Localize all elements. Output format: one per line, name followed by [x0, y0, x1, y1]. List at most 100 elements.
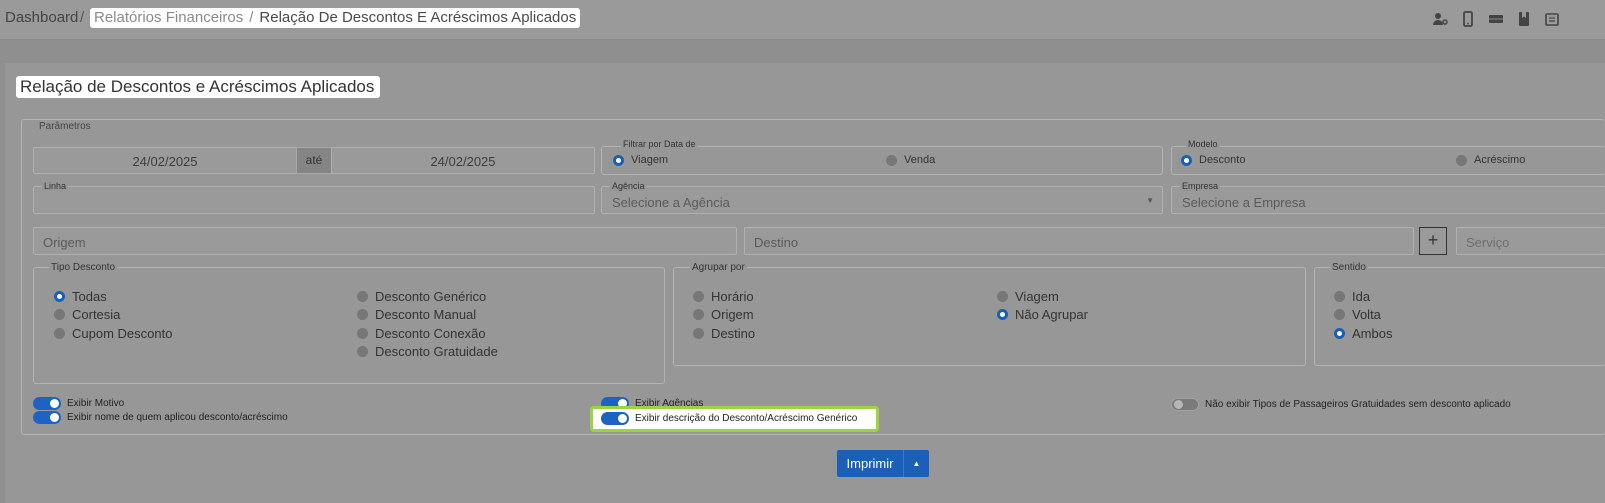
agencia-select[interactable]: Selecione a Agência ▼ [601, 186, 1163, 214]
agrupar-por-label: Agrupar por [690, 262, 747, 273]
radio-label: Desconto Conexão [375, 326, 486, 341]
radio-label: Destino [711, 326, 756, 341]
breadcrumb-section[interactable]: Relatórios Financeiros [94, 9, 243, 26]
radio-label: Desconto Manual [375, 307, 477, 322]
breadcrumb: Relatórios Financeiros / Relação De Descon… [90, 8, 581, 28]
tipo-desconto-label: Tipo Desconto [49, 262, 118, 273]
filtrar-data-group [601, 146, 1163, 175]
radio-tipo-todas[interactable]: Todas [54, 289, 107, 304]
breadcrumb-home[interactable]: Dashboard [5, 9, 78, 26]
radio-selected-icon [54, 291, 65, 302]
radio-label: Ida [1352, 289, 1371, 304]
toggle-label: Exibir nome de quem aplicou desconto/acr… [67, 412, 288, 423]
radio-selected-icon [613, 154, 624, 166]
toggle-switch-on [33, 397, 61, 410]
parametros-legend: Parâmetros [36, 121, 94, 132]
radio-empty-icon [693, 309, 704, 320]
radio-label: Cupom Desconto [72, 326, 173, 341]
toggle-label: Não exibir Tipos de Passageiros Gratuida… [1205, 399, 1511, 410]
radio-label: Horário [711, 289, 754, 304]
radio-label: Volta [1352, 307, 1381, 322]
radio-tipo-manual[interactable]: Desconto Manual [357, 307, 476, 322]
agencia-label: Agência [610, 181, 647, 191]
radio-tipo-conexao[interactable]: Desconto Conexão [357, 326, 486, 341]
destino-placeholder: Destino [754, 235, 799, 250]
radio-empty-icon [886, 154, 897, 166]
chevron-down-icon: ▼ [1146, 196, 1154, 205]
radio-agrupar-destino[interactable]: Destino [693, 326, 755, 341]
breadcrumb-separator: / [249, 9, 254, 26]
destino-input[interactable]: Destino [744, 227, 1414, 255]
radio-modelo-acrescimo[interactable]: Acréscimo [1456, 154, 1525, 166]
linha-label: Linha [42, 181, 69, 191]
radio-filtrar-venda[interactable]: Venda [886, 154, 935, 166]
bookmark-icon[interactable] [1516, 11, 1532, 27]
radio-tipo-cortesia[interactable]: Cortesia [54, 307, 120, 322]
mobile-icon[interactable] [1460, 11, 1476, 27]
radio-label: Todas [72, 289, 107, 304]
print-button-label: Imprimir [846, 456, 894, 471]
user-key-icon[interactable] [1432, 11, 1448, 27]
empresa-placeholder: Selecione a Empresa [1182, 195, 1306, 210]
radio-tipo-generico[interactable]: Desconto Genérico [357, 289, 486, 304]
radio-label: Desconto Gratuidade [375, 344, 498, 359]
toggle-exibir-descricao[interactable]: Exibir descrição do Desconto/Acréscimo G… [601, 412, 857, 425]
breadcrumb-current: Relação De Descontos E Acréscimos Aplica… [259, 9, 577, 26]
radio-agrupar-origem[interactable]: Origem [693, 307, 754, 322]
toggle-switch-on [33, 411, 61, 424]
origem-placeholder: Origem [43, 235, 86, 250]
add-button[interactable]: + [1419, 227, 1447, 255]
servico-input[interactable]: Serviço [1456, 227, 1605, 255]
radio-selected-icon [1334, 328, 1345, 339]
radio-modelo-desconto[interactable]: Desconto [1181, 154, 1245, 166]
radio-label: Origem [711, 307, 754, 322]
radio-label: Acréscimo [1474, 154, 1526, 166]
toggle-exibir-nome[interactable]: Exibir nome de quem aplicou desconto/acr… [33, 411, 288, 424]
date-range-separator: até [296, 147, 332, 174]
radio-empty-icon [357, 328, 368, 339]
radio-agrupar-nao-agrupar[interactable]: Não Agrupar [997, 307, 1088, 322]
radio-empty-icon [357, 291, 368, 302]
date-to-value: 24/02/2025 [430, 154, 496, 169]
empresa-label: Empresa [1180, 181, 1221, 191]
radio-empty-icon [1334, 291, 1345, 302]
caret-up-icon[interactable]: ▲ [903, 450, 929, 477]
filtrar-data-label: Filtrar por Data de [621, 139, 698, 149]
agrupar-por-group [673, 267, 1306, 366]
top-bar: Dashboard / Relatórios Financeiros / Relaç… [0, 0, 1605, 40]
radio-empty-icon [1334, 309, 1345, 320]
print-button[interactable]: Imprimir ▲ [837, 450, 929, 477]
radio-label: Desconto [1199, 154, 1246, 166]
radio-tipo-gratuidade[interactable]: Desconto Gratuidade [357, 344, 498, 359]
radio-empty-icon [693, 291, 704, 302]
radio-empty-icon [997, 291, 1008, 302]
radio-filtrar-viagem[interactable]: Viagem [613, 154, 668, 166]
radio-sentido-ambos[interactable]: Ambos [1334, 326, 1392, 341]
toggle-nao-exibir-tipos[interactable]: Não exibir Tipos de Passageiros Gratuida… [1171, 398, 1511, 411]
radio-agrupar-viagem[interactable]: Viagem [997, 289, 1059, 304]
servico-placeholder: Serviço [1466, 235, 1510, 250]
toggle-label: Exibir Motivo [67, 398, 125, 409]
empresa-select[interactable]: Selecione a Empresa [1171, 186, 1605, 214]
page-title: Relação de Descontos e Acréscimos Aplica… [16, 76, 381, 98]
origem-input[interactable]: Origem [33, 227, 737, 255]
agencia-placeholder: Selecione a Agência [612, 195, 730, 210]
radio-selected-icon [997, 309, 1008, 320]
toggle-label: Exibir descrição do Desconto/Acréscimo G… [635, 413, 858, 424]
radio-sentido-ida[interactable]: Ida [1334, 289, 1370, 304]
radio-label: Não Agrupar [1015, 307, 1088, 322]
date-to-input[interactable]: 24/02/2025 [331, 147, 595, 174]
document-icon[interactable] [1544, 11, 1560, 27]
radio-empty-icon [54, 328, 65, 339]
radio-empty-icon [693, 328, 704, 339]
radio-label: Desconto Genérico [375, 289, 487, 304]
radio-tipo-cupom[interactable]: Cupom Desconto [54, 326, 172, 341]
ticket-icon[interactable] [1488, 11, 1504, 27]
radio-sentido-volta[interactable]: Volta [1334, 307, 1381, 322]
linha-field[interactable] [33, 186, 595, 214]
toggle-exibir-motivo[interactable]: Exibir Motivo [33, 397, 124, 410]
toggle-switch-on [601, 412, 629, 425]
radio-label: Viagem [1015, 289, 1059, 304]
radio-agrupar-horario[interactable]: Horário [693, 289, 754, 304]
date-from-input[interactable]: 24/02/2025 [33, 147, 297, 174]
